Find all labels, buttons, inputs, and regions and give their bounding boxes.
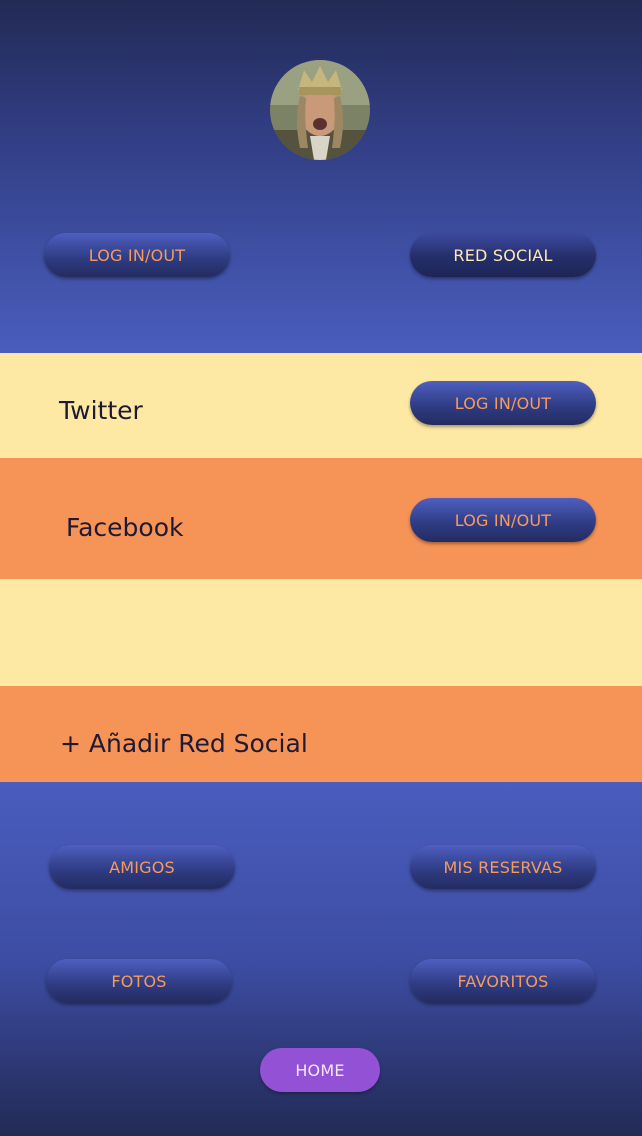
friends-button[interactable]: AMIGOS — [49, 845, 235, 889]
add-network-row[interactable]: + Añadir Red Social — [0, 686, 642, 782]
login-button[interactable]: LOG IN/OUT — [44, 233, 230, 277]
home-button[interactable]: HOME — [260, 1048, 380, 1092]
reservations-button[interactable]: MIS RESERVAS — [410, 845, 596, 889]
twitter-label: Twitter — [59, 396, 143, 425]
header-background — [0, 0, 642, 353]
favorites-button[interactable]: FAVORITOS — [410, 959, 596, 1003]
avatar[interactable] — [270, 60, 370, 160]
facebook-login-button[interactable]: LOG IN/OUT — [410, 498, 596, 542]
photos-button[interactable]: FOTOS — [46, 959, 232, 1003]
social-network-button[interactable]: RED SOCIAL — [410, 233, 596, 277]
facebook-label: Facebook — [66, 513, 184, 542]
twitter-login-button[interactable]: LOG IN/OUT — [410, 381, 596, 425]
empty-network-row — [0, 579, 642, 686]
add-network-label: + Añadir Red Social — [60, 729, 308, 758]
avatar-photo-icon — [270, 60, 370, 160]
